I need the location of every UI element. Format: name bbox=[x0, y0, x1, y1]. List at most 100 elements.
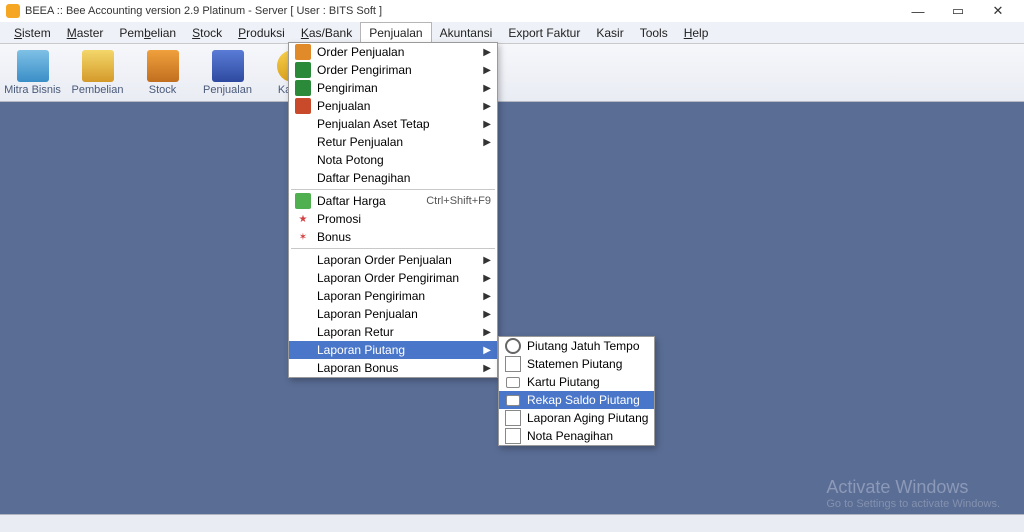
app-icon bbox=[6, 4, 20, 18]
chevron-right-icon: ▶ bbox=[483, 363, 491, 374]
submenu-nota[interactable]: Nota Penagihan bbox=[499, 427, 654, 445]
toolbar-stock[interactable]: Stock bbox=[130, 45, 195, 101]
box-icon bbox=[147, 50, 179, 82]
blank-icon bbox=[295, 324, 311, 340]
menu-tools[interactable]: Tools bbox=[632, 22, 676, 43]
blank-icon bbox=[295, 306, 311, 322]
shop-icon bbox=[295, 98, 311, 114]
window-controls: — ▭ ✕ bbox=[898, 0, 1018, 22]
menuitem-penjualan-aset[interactable]: Penjualan Aset Tetap▶ bbox=[289, 115, 497, 133]
menu-divider bbox=[291, 248, 495, 249]
activate-windows-watermark: Activate Windows Go to Settings to activ… bbox=[826, 477, 1000, 510]
minimize-button[interactable]: — bbox=[898, 0, 938, 22]
menuitem-lap-order-pengiriman[interactable]: Laporan Order Pengiriman▶ bbox=[289, 269, 497, 287]
people-icon bbox=[17, 50, 49, 82]
star-icon: ★ bbox=[295, 211, 311, 227]
menu-akuntansi[interactable]: Akuntansi bbox=[432, 22, 501, 43]
menuitem-lap-order-penjualan[interactable]: Laporan Order Penjualan▶ bbox=[289, 251, 497, 269]
titlebar: BEEA :: Bee Accounting version 2.9 Plati… bbox=[0, 0, 1024, 22]
toolbar: Mitra Bisnis Pembelian Stock Penjualan K… bbox=[0, 44, 1024, 102]
menuitem-retur[interactable]: Retur Penjualan▶ bbox=[289, 133, 497, 151]
workspace bbox=[0, 102, 1024, 514]
submenu-rekap-saldo[interactable]: Rekap Saldo Piutang bbox=[499, 391, 654, 409]
blank-icon bbox=[295, 152, 311, 168]
menu-sistem[interactable]: Sistem bbox=[6, 22, 59, 43]
blank-icon bbox=[295, 116, 311, 132]
page-icon bbox=[505, 356, 521, 372]
menu-kasbank[interactable]: Kas/Bank bbox=[293, 22, 360, 43]
chevron-right-icon: ▶ bbox=[483, 47, 491, 58]
menuitem-nota-potong[interactable]: Nota Potong bbox=[289, 151, 497, 169]
laporan-piutang-submenu: Piutang Jatuh Tempo Statemen Piutang Kar… bbox=[498, 336, 655, 446]
submenu-aging[interactable]: Laporan Aging Piutang bbox=[499, 409, 654, 427]
shortcut-text: Ctrl+Shift+F9 bbox=[426, 195, 491, 207]
menubar: Sistem Master Pembelian Stock Produksi K… bbox=[0, 22, 1024, 44]
menuitem-order-penjualan[interactable]: Order Penjualan▶ bbox=[289, 43, 497, 61]
chevron-right-icon: ▶ bbox=[483, 309, 491, 320]
blank-icon bbox=[295, 170, 311, 186]
toolbar-mitra-bisnis[interactable]: Mitra Bisnis bbox=[0, 45, 65, 101]
chevron-right-icon: ▶ bbox=[483, 291, 491, 302]
close-button[interactable]: ✕ bbox=[978, 0, 1018, 22]
bag-icon bbox=[212, 50, 244, 82]
blank-icon bbox=[295, 270, 311, 286]
page-icon bbox=[505, 410, 521, 426]
books-icon bbox=[82, 50, 114, 82]
blank-icon bbox=[295, 134, 311, 150]
menuitem-penjualan[interactable]: Penjualan▶ bbox=[289, 97, 497, 115]
menu-penjualan[interactable]: Penjualan bbox=[360, 22, 431, 43]
blank-icon bbox=[295, 342, 311, 358]
penjualan-menu: Order Penjualan▶ Order Pengiriman▶ Pengi… bbox=[288, 42, 498, 378]
chevron-right-icon: ▶ bbox=[483, 101, 491, 112]
maximize-button[interactable]: ▭ bbox=[938, 0, 978, 22]
menuitem-lap-pengiriman[interactable]: Laporan Pengiriman▶ bbox=[289, 287, 497, 305]
card-icon bbox=[506, 377, 520, 388]
menuitem-lap-penjualan[interactable]: Laporan Penjualan▶ bbox=[289, 305, 497, 323]
chevron-right-icon: ▶ bbox=[483, 83, 491, 94]
watermark-subtitle: Go to Settings to activate Windows. bbox=[826, 498, 1000, 510]
blank-icon bbox=[295, 288, 311, 304]
blank-icon bbox=[295, 360, 311, 376]
card-icon bbox=[506, 395, 520, 406]
menuitem-lap-piutang[interactable]: Laporan Piutang▶ bbox=[289, 341, 497, 359]
menu-help[interactable]: Help bbox=[676, 22, 717, 43]
submenu-jatuh-tempo[interactable]: Piutang Jatuh Tempo bbox=[499, 337, 654, 355]
chevron-right-icon: ▶ bbox=[483, 119, 491, 130]
chevron-right-icon: ▶ bbox=[483, 137, 491, 148]
tag-icon bbox=[295, 193, 311, 209]
menuitem-order-pengiriman[interactable]: Order Pengiriman▶ bbox=[289, 61, 497, 79]
menu-master[interactable]: Master bbox=[59, 22, 112, 43]
menu-stock[interactable]: Stock bbox=[184, 22, 230, 43]
menu-kasir[interactable]: Kasir bbox=[588, 22, 631, 43]
chevron-right-icon: ▶ bbox=[483, 273, 491, 284]
toolbar-penjualan[interactable]: Penjualan bbox=[195, 45, 260, 101]
submenu-kartu[interactable]: Kartu Piutang bbox=[499, 373, 654, 391]
menuitem-daftar-penagihan[interactable]: Daftar Penagihan bbox=[289, 169, 497, 187]
menu-divider bbox=[291, 189, 495, 190]
submenu-statemen[interactable]: Statemen Piutang bbox=[499, 355, 654, 373]
cart-icon bbox=[295, 44, 311, 60]
menuitem-promosi[interactable]: ★Promosi bbox=[289, 210, 497, 228]
menuitem-pengiriman[interactable]: Pengiriman▶ bbox=[289, 79, 497, 97]
chevron-right-icon: ▶ bbox=[483, 255, 491, 266]
menuitem-lap-retur[interactable]: Laporan Retur▶ bbox=[289, 323, 497, 341]
chevron-right-icon: ▶ bbox=[483, 327, 491, 338]
menuitem-lap-bonus[interactable]: Laporan Bonus▶ bbox=[289, 359, 497, 377]
menu-produksi[interactable]: Produksi bbox=[230, 22, 293, 43]
statusbar bbox=[0, 514, 1024, 532]
menuitem-daftar-harga[interactable]: Daftar HargaCtrl+Shift+F9 bbox=[289, 192, 497, 210]
truck-icon bbox=[295, 62, 311, 78]
truck-icon bbox=[295, 80, 311, 96]
page-icon bbox=[505, 428, 521, 444]
menuitem-bonus[interactable]: ✶Bonus bbox=[289, 228, 497, 246]
menu-pembelian[interactable]: Pembelian bbox=[111, 22, 184, 43]
clock-icon bbox=[505, 338, 521, 354]
chevron-right-icon: ▶ bbox=[483, 345, 491, 356]
toolbar-pembelian[interactable]: Pembelian bbox=[65, 45, 130, 101]
gift-icon: ✶ bbox=[295, 229, 311, 245]
watermark-title: Activate Windows bbox=[826, 477, 1000, 498]
blank-icon bbox=[295, 252, 311, 268]
chevron-right-icon: ▶ bbox=[483, 65, 491, 76]
menu-export-faktur[interactable]: Export Faktur bbox=[500, 22, 588, 43]
window-title: BEEA :: Bee Accounting version 2.9 Plati… bbox=[25, 5, 898, 17]
